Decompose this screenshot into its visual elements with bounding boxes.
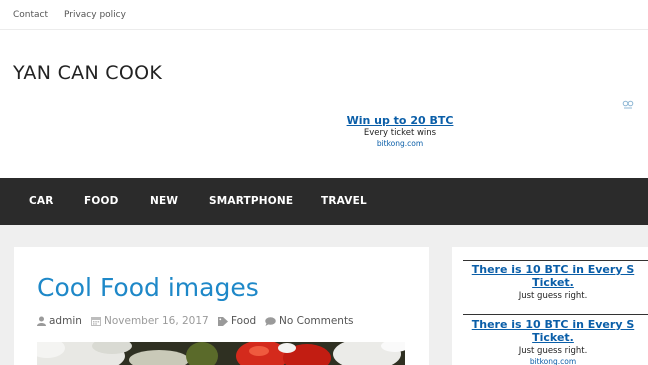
sidebar-ad-headline[interactable]: There is 10 BTC in Every S (463, 263, 643, 276)
site-title[interactable]: YAN CAN COOK (13, 62, 162, 84)
ad-subline: Every ticket wins (363, 128, 437, 138)
nav-item-car[interactable]: CAR (29, 195, 54, 207)
header-ad[interactable]: Win up to 20 BTC Every ticket wins bitko… (330, 114, 470, 148)
sidebar-ad-headline-continued[interactable]: Ticket. (463, 276, 643, 289)
calendar-icon (91, 317, 101, 326)
privacy-policy-link[interactable]: Privacy policy (64, 10, 126, 20)
top-bar: Contact Privacy policy (0, 0, 648, 30)
nav-item-new[interactable]: NEW (150, 195, 178, 207)
nav-item-travel[interactable]: TRAVEL (321, 195, 367, 207)
post-card: Cool Food images admin November 16, 2017… (14, 247, 429, 365)
post-date: November 16, 2017 (91, 315, 209, 327)
post-date-text: November 16, 2017 (104, 315, 209, 327)
post-comments[interactable]: No Comments (265, 315, 354, 327)
nav-item-food[interactable]: FOOD (84, 195, 119, 207)
user-icon (37, 316, 46, 326)
sidebar-ad-headline-continued[interactable]: Ticket. (463, 331, 643, 344)
post-title[interactable]: Cool Food images (37, 273, 259, 302)
adchoices-icon[interactable] (622, 100, 634, 110)
post-category-name[interactable]: Food (231, 315, 256, 327)
post-author-name[interactable]: admin (49, 315, 82, 327)
tag-icon (218, 316, 228, 326)
post-category[interactable]: Food (218, 315, 256, 327)
post-author[interactable]: admin (37, 315, 82, 327)
sidebar-ad-divider (463, 260, 648, 261)
sidebar: There is 10 BTC in Every S Ticket. Just … (452, 247, 648, 365)
comment-icon (265, 316, 276, 326)
post-comments-count[interactable]: No Comments (279, 315, 354, 327)
nav-item-smartphone[interactable]: SMARTPHONE (209, 195, 293, 207)
sidebar-ad-subline: Just guess right. (518, 346, 588, 356)
sidebar-ad-subline: Just guess right. (518, 291, 588, 301)
ad-headline[interactable]: Win up to 20 BTC (330, 114, 470, 127)
ad-domain[interactable]: bitkong.com (330, 139, 470, 148)
sidebar-ad-2[interactable]: There is 10 BTC in Every S Ticket. Just … (463, 318, 643, 365)
sidebar-ad-divider (463, 314, 648, 315)
contact-link[interactable]: Contact (13, 10, 48, 20)
sidebar-ad-1[interactable]: There is 10 BTC in Every S Ticket. Just … (463, 263, 643, 301)
post-featured-image[interactable] (37, 342, 405, 365)
sidebar-ad-domain[interactable]: bitkong.com (463, 357, 643, 365)
main-navigation: CAR FOOD NEW SMARTPHONE TRAVEL (0, 178, 648, 225)
sidebar-ad-headline[interactable]: There is 10 BTC in Every S (463, 318, 643, 331)
